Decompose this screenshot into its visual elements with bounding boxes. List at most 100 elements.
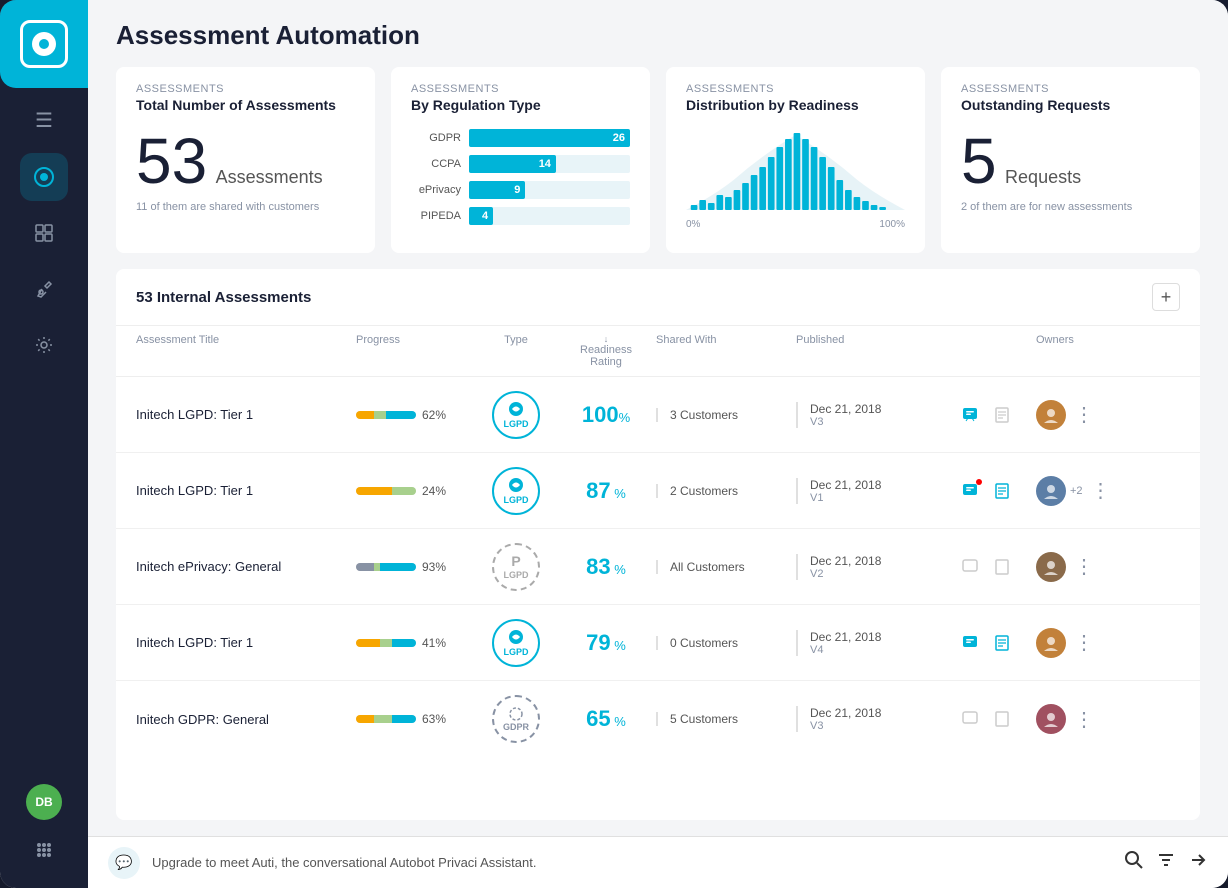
share-button[interactable] (1188, 850, 1208, 875)
sidebar-bottom: DB (26, 784, 62, 888)
col-owners: Owners (1036, 334, 1136, 368)
doc-icon-1[interactable] (988, 401, 1016, 429)
owner-avatar-1 (1036, 400, 1066, 430)
more-button-5[interactable]: ⋮ (1070, 707, 1098, 732)
sidebar-item-tools[interactable] (20, 265, 68, 313)
actions-5 (956, 705, 1036, 733)
doc-icon-3[interactable] (988, 553, 1016, 581)
assessments-table: 53 Internal Assessments + Assessment Tit… (116, 269, 1200, 820)
readiness-4: 79 % (556, 630, 656, 656)
logo[interactable] (0, 0, 88, 88)
apps-icon (34, 840, 54, 860)
type-badge-1: LGPD (492, 391, 540, 439)
search-icon (1124, 850, 1144, 870)
chat-icon-1[interactable] (956, 401, 984, 429)
owner-plus-2: +2 (1070, 485, 1083, 497)
dist-axis: 0% 100% (686, 219, 905, 230)
type-badge-3: P LGPD (492, 543, 540, 591)
stat-card-distribution: Assessments Distribution by Readiness (666, 67, 925, 253)
user-avatar[interactable]: DB (26, 784, 62, 820)
owners-3: ⋮ (1036, 552, 1136, 582)
owner-avatar-5 (1036, 704, 1066, 734)
filter-icon (1156, 850, 1176, 870)
sidebar-nav (20, 143, 68, 784)
published-1: Dec 21, 2018 V3 (796, 402, 956, 428)
doc-icon-5[interactable] (988, 705, 1016, 733)
progress-cell-1: 62% (356, 408, 476, 422)
owner-avatar-2 (1036, 476, 1066, 506)
doc-icon-2[interactable] (988, 477, 1016, 505)
progress-bar-4 (356, 639, 416, 647)
chat-icon-2[interactable] (956, 477, 984, 505)
stat-out-title: Outstanding Requests (961, 97, 1180, 113)
more-button-1[interactable]: ⋮ (1070, 402, 1098, 427)
radio-icon (33, 166, 55, 188)
lgpd-icon-2 (507, 476, 525, 494)
lgpd-icon-4 (507, 628, 525, 646)
assessment-name-3: Initech ePrivacy: General (136, 559, 356, 574)
menu-button[interactable]: ☰ (35, 108, 53, 133)
gdpr-icon (509, 707, 523, 721)
progress-cell-4: 41% (356, 636, 476, 650)
add-button[interactable]: + (1152, 283, 1180, 311)
stats-row: Assessments Total Number of Assessments … (88, 67, 1228, 253)
table-title: 53 Internal Assessments (136, 289, 311, 306)
bar-eprivacy: ePrivacy 9 (411, 181, 630, 199)
col-progress: Progress (356, 334, 476, 368)
more-button-2[interactable]: ⋮ (1087, 478, 1115, 503)
stat-out-label: Assessments (961, 83, 1180, 95)
table-body: Initech LGPD: Tier 1 62% (116, 377, 1200, 820)
stat-card-outstanding: Assessments Outstanding Requests 5 Reque… (941, 67, 1200, 253)
page-header: Assessment Automation (88, 0, 1228, 67)
more-button-4[interactable]: ⋮ (1070, 630, 1098, 655)
sidebar-item-radio[interactable] (20, 153, 68, 201)
settings-icon (34, 335, 54, 355)
assessment-name-5: Initech GDPR: General (136, 712, 356, 727)
col-type: Type (476, 334, 556, 368)
readiness-3: 83 % (556, 554, 656, 580)
table-row: Initech ePrivacy: General 93% P LGPD (116, 529, 1200, 605)
sidebar-item-settings[interactable] (20, 321, 68, 369)
stat-total-unit: Assessments (216, 167, 323, 187)
col-published: Published (796, 334, 956, 368)
assessment-name-4: Initech LGPD: Tier 1 (136, 635, 356, 650)
share-icon (1188, 850, 1208, 870)
filter-button[interactable] (1156, 850, 1176, 875)
distribution-svg (686, 125, 905, 215)
assessment-name-1: Initech LGPD: Tier 1 (136, 407, 356, 422)
sidebar: ☰ (0, 0, 88, 888)
sidebar-item-dashboard[interactable] (20, 209, 68, 257)
table-header: 53 Internal Assessments + (116, 269, 1200, 326)
col-actions (956, 334, 1036, 368)
doc-icon-4[interactable] (988, 629, 1016, 657)
more-button-3[interactable]: ⋮ (1070, 554, 1098, 579)
chat-icon-3[interactable] (956, 553, 984, 581)
type-badge-2: LGPD (492, 467, 540, 515)
stat-reg-title: By Regulation Type (411, 97, 630, 113)
bar-gdpr: GDPR 26 (411, 129, 630, 147)
published-5: Dec 21, 2018 V3 (796, 706, 956, 732)
stat-card-total: Assessments Total Number of Assessments … (116, 67, 375, 253)
stat-out-sub: 2 of them are for new assessments (961, 201, 1180, 213)
col-shared-with: Shared With (656, 334, 796, 368)
dashboard-icon (34, 223, 54, 243)
lgpd-icon (507, 400, 525, 418)
apps-button[interactable] (26, 832, 62, 868)
owners-4: ⋮ (1036, 628, 1136, 658)
owner-avatar-4 (1036, 628, 1066, 658)
owners-5: ⋮ (1036, 704, 1136, 734)
stat-total-sub: 11 of them are shared with customers (136, 201, 355, 213)
type-badge-4: LGPD (492, 619, 540, 667)
chat-icon-4[interactable] (956, 629, 984, 657)
type-badge-5: GDPR (492, 695, 540, 743)
stat-total-number: 53 (136, 125, 207, 197)
readiness-5: 65 % (556, 706, 656, 732)
progress-bar-5 (356, 715, 416, 723)
assessment-name-2: Initech LGPD: Tier 1 (136, 483, 356, 498)
progress-bar-3 (356, 563, 416, 571)
shared-with-4: 0 Customers (656, 636, 796, 650)
progress-bar-1 (356, 411, 416, 419)
col-assessment-title: Assessment Title (136, 334, 356, 368)
chat-icon-5[interactable] (956, 705, 984, 733)
search-button[interactable] (1124, 850, 1144, 875)
